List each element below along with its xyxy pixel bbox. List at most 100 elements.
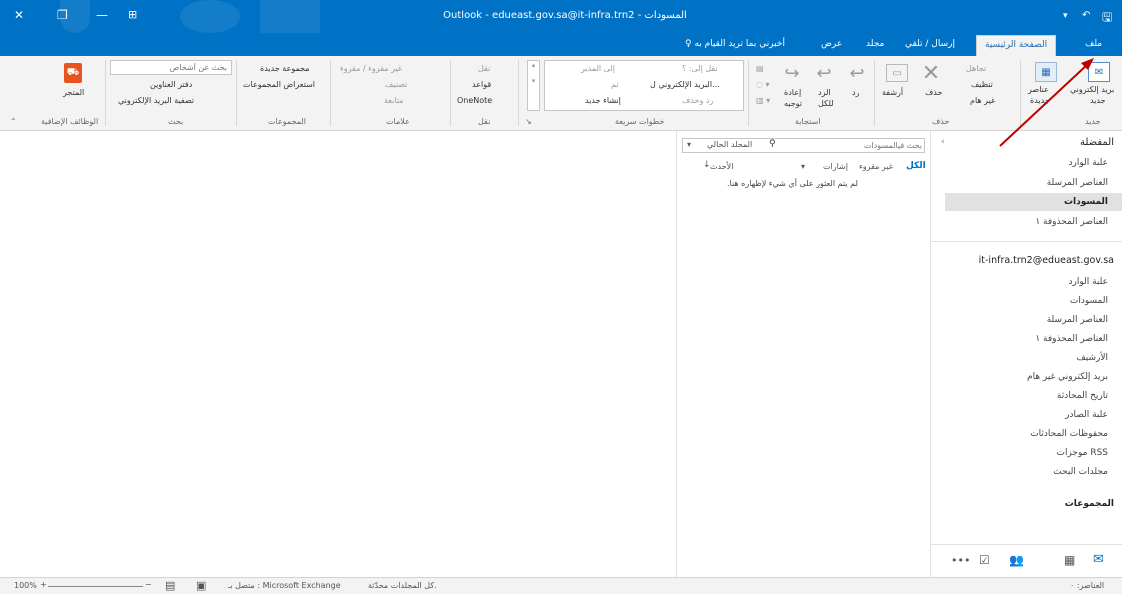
tab-view[interactable]: عرض (821, 39, 842, 49)
sort-button[interactable]: الأحدث (710, 162, 733, 171)
mail-icon[interactable]: ✉ (1093, 552, 1104, 567)
filter-all[interactable]: الكل (906, 161, 926, 171)
tasks-icon[interactable]: ☑ (979, 553, 990, 567)
junk-button[interactable]: غير هام (970, 96, 995, 105)
folder-conversation-archive[interactable]: محفوظات المحادثات (1030, 429, 1108, 439)
quick-step-to-manager[interactable]: إلى المدير (581, 64, 615, 73)
restore-icon[interactable]: ❐ (57, 8, 68, 22)
filter-unread[interactable]: غير مقروء (859, 162, 893, 171)
favorite-inbox[interactable]: علبة الوارد (1069, 158, 1109, 168)
tell-me-box[interactable]: ♀ أخبرني بما تريد القيام به (685, 39, 785, 49)
tab-folder[interactable]: مجلد (866, 39, 884, 49)
close-icon[interactable]: ✕ (14, 8, 24, 22)
new-email-button[interactable]: بريد إلكتروني (1070, 85, 1114, 94)
folder-rss[interactable]: موجزات RSS (1056, 448, 1108, 458)
collapse-ribbon-icon[interactable]: ⌃ (10, 117, 17, 126)
folder-archive[interactable]: الأرشيف (1076, 353, 1108, 363)
new-group-button[interactable]: مجموعة جديدة (260, 64, 310, 73)
groups-header[interactable]: المجموعات (1065, 499, 1114, 509)
more-respond-icon[interactable]: ▥ ▾ (756, 96, 770, 105)
quick-step-done[interactable]: تم (611, 80, 619, 89)
folder-deleted[interactable]: العناصر المحذوفة ١ (1035, 334, 1108, 344)
calendar-icon[interactable]: ▦ (1064, 553, 1075, 567)
zoom-out-icon[interactable]: − (145, 580, 152, 589)
window-title: Outlook - edueast.gov.sa@it-infra.trn2 -… (443, 10, 687, 21)
tab-home[interactable]: الصفحة الرئيسية (976, 35, 1057, 56)
meeting-icon[interactable]: ▤ (756, 64, 764, 73)
search-scope[interactable]: المجلد الحالي (707, 140, 752, 149)
folder-junk[interactable]: بريد إلكتروني غير هام (1027, 372, 1108, 382)
more-icon[interactable]: ••• (951, 554, 970, 567)
undo-icon[interactable]: ↶ (1082, 10, 1090, 21)
account-header[interactable]: it-infra.trn2@edueast.gov.sa (979, 255, 1114, 266)
folder-search-folders[interactable]: مجلدات البحث (1053, 467, 1108, 477)
quick-step-create-new[interactable]: إنشاء جديد (585, 96, 621, 105)
save-icon[interactable]: 🖫 (1102, 8, 1112, 29)
favorites-header[interactable]: المفضلة (1080, 137, 1114, 148)
filter-email-button[interactable]: تصفية البريد الإلكتروني (118, 96, 194, 105)
folder-outbox[interactable]: علبة الصادر (1065, 410, 1108, 420)
zoom-in-icon[interactable]: + (40, 580, 47, 589)
archive-button[interactable]: أرشفة (882, 88, 903, 97)
store-button[interactable]: المتجر (63, 88, 84, 97)
reading-view-icon[interactable]: ▣ (196, 579, 206, 592)
browse-groups-button[interactable]: استعراض المجموعات (243, 80, 315, 89)
folder-sent[interactable]: العناصر المرسلة (1047, 315, 1108, 325)
favorite-sent[interactable]: العناصر المرسلة (1047, 178, 1108, 188)
group-label-groups: المجموعات (268, 117, 306, 126)
favorite-drafts[interactable]: المسودات (945, 193, 1122, 211)
collapse-pane-icon[interactable]: ‹ (941, 137, 945, 147)
group-label-addins: الوظائف الإضافية (41, 117, 99, 126)
reply-button[interactable]: رد (852, 88, 859, 97)
new-items-button[interactable]: عناصر (1028, 85, 1049, 94)
filter-mentions[interactable]: إشارات (823, 162, 848, 171)
zoom-slider[interactable] (48, 586, 143, 587)
quick-step-move-to[interactable]: نقل إلى: ؟ (682, 64, 718, 73)
folder-drafts[interactable]: المسودات (1070, 296, 1108, 306)
search-icon[interactable]: ⚲ (769, 139, 776, 149)
ribbon-display-icon[interactable]: ⊞ (128, 8, 137, 21)
group-separator (874, 60, 875, 126)
folder-conversation-history[interactable]: تاريخ المحادثة (1057, 391, 1108, 401)
store-icon: ⛟ (64, 63, 82, 83)
quick-steps-scroll[interactable]: ▴ ▾ (527, 60, 540, 111)
tell-me-label: أخبرني بما تريد القيام به (694, 39, 785, 49)
ignore-button[interactable]: تجاهل (966, 64, 986, 73)
dialog-launcher-icon[interactable]: ↘ (525, 117, 532, 126)
move-button[interactable]: نقل (478, 64, 490, 73)
tab-file[interactable]: ملف (1085, 39, 1102, 49)
search-people-input[interactable] (110, 60, 232, 75)
address-book-button[interactable]: دفتر العناوين (150, 80, 192, 89)
forward-button[interactable]: إعادة (784, 88, 801, 97)
normal-view-icon[interactable]: ▤ (165, 579, 175, 592)
rules-button[interactable]: قواعد (472, 80, 491, 89)
zoom-level[interactable]: 100% (14, 581, 37, 590)
title-bar: ✕ ❐ — ⊞ Outlook - edueast.gov.sa@it-infr… (0, 0, 1122, 33)
quick-step-email-team[interactable]: البريد الإلكتروني ل... (650, 80, 720, 89)
im-icon[interactable]: ◌ ▾ (756, 80, 770, 89)
reply-all-button[interactable]: الرد (818, 88, 831, 97)
chevron-down-icon[interactable]: ▾ (801, 162, 805, 171)
dropdown-icon[interactable]: ▾ (1063, 11, 1068, 21)
delete-button[interactable]: حذف (925, 88, 942, 97)
new-items-icon: ▦ (1035, 62, 1057, 82)
chevron-down-icon[interactable]: ▾ (687, 140, 691, 149)
favorite-deleted[interactable]: العناصر المحذوفة ١ (1035, 217, 1108, 227)
folder-inbox[interactable]: علبة الوارد (1069, 277, 1109, 287)
decoration (260, 0, 320, 33)
follow-up-button[interactable]: متابعة (384, 96, 404, 105)
search-input[interactable] (782, 139, 922, 152)
unread-read-button[interactable]: غير مقروء / مقروء (340, 64, 402, 73)
reply-all-icon: ↩ (816, 62, 832, 84)
minimize-icon[interactable]: — (96, 8, 108, 22)
forward-line2: توجيه (784, 99, 803, 108)
onenote-button[interactable]: OneNote (457, 96, 492, 105)
tab-send-receive[interactable]: إرسال / تلقي (905, 39, 955, 49)
clean-up-button[interactable]: تنظيف (971, 80, 993, 89)
people-icon[interactable]: 👥 (1009, 553, 1024, 567)
message-list: ⚲ المجلد الحالي ▾ الكل غير مقروء إشارات … (676, 131, 930, 577)
module-bar: ••• ☑ 👥 ▦ ✉ (930, 544, 1122, 577)
empty-message: لم يتم العثور على أي شيء لإظهاره هنا. (727, 179, 858, 188)
categorize-button[interactable]: تصنيف (385, 80, 407, 89)
quick-step-reply-delete[interactable]: رد وحذف (682, 96, 713, 105)
